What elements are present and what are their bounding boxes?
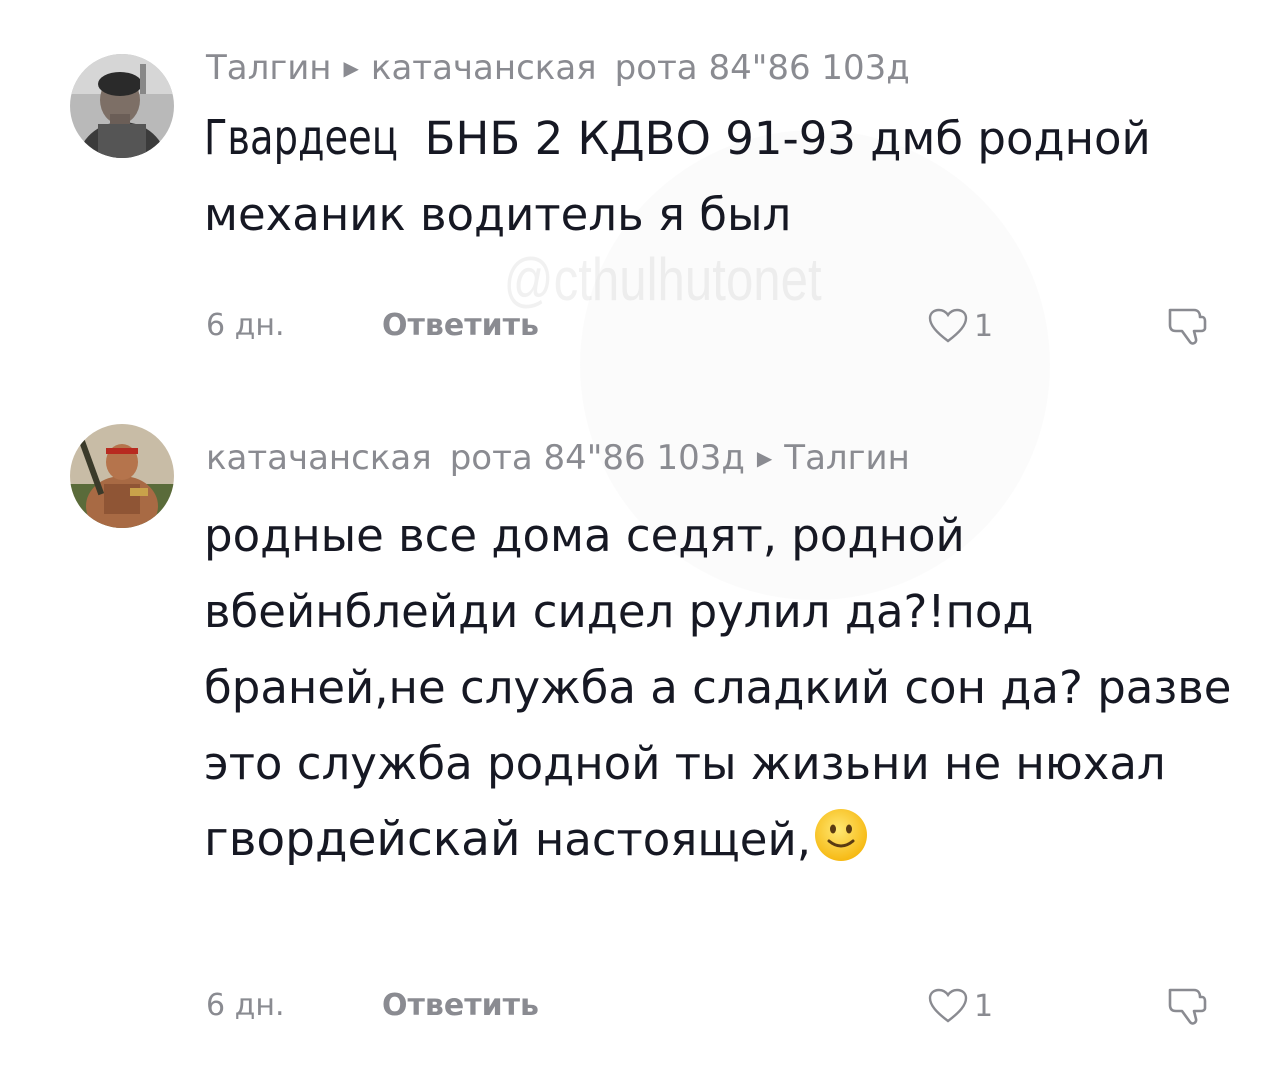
avatar[interactable] xyxy=(70,424,174,528)
reply-button[interactable]: Ответить xyxy=(382,988,539,1023)
dislike-button[interactable] xyxy=(1164,304,1208,356)
heart-outline-icon xyxy=(928,308,968,343)
reply-button[interactable]: Ответить xyxy=(382,308,539,343)
comment-text: родные все дома седят, родной вбейнблейд… xyxy=(204,498,1234,878)
avatar[interactable] xyxy=(70,54,174,158)
avatar-photo-icon xyxy=(70,54,174,158)
comment-time: 6 дн. xyxy=(206,308,285,343)
author-name[interactable]: Талгин xyxy=(206,48,332,88)
reply-to-name[interactable]: Талгин xyxy=(784,438,910,478)
thumb-down-icon xyxy=(1168,308,1207,345)
comment-header: катачанская рота 84"86 103д ▶ Талгин xyxy=(206,438,910,478)
reply-arrow-icon: ▶ xyxy=(756,446,773,470)
comment-text-emphasis: гвордейскай xyxy=(204,812,521,867)
comment: катачанская рота 84"86 103д ▶ Талгин родные… xyxy=(0,408,1280,1072)
like-count: 1 xyxy=(974,308,994,344)
dislike-button[interactable] xyxy=(1164,984,1208,1036)
like-button[interactable]: 1 xyxy=(928,984,993,1028)
comment-text: Гвардеец БНБ 2 КДВО 91-93 дмб родной мех… xyxy=(204,100,1234,253)
comment-text-start: Гвардеец xyxy=(204,110,398,166)
reply-arrow-icon: ▶ xyxy=(343,56,359,80)
heart-outline-icon xyxy=(928,988,968,1023)
thumb-down-icon xyxy=(1168,988,1207,1025)
comment-footer: 6 дн. Ответить 1 xyxy=(206,304,1246,348)
comment-text-end: настоящей, xyxy=(520,813,811,866)
comment-text-main: родные все дома седят, родной вбейнблейд… xyxy=(204,509,1232,790)
reply-to-name[interactable]: катачанская xyxy=(371,48,597,88)
comment-time: 6 дн. xyxy=(206,988,285,1023)
author-rank[interactable]: рота 84"86 103д xyxy=(450,438,745,478)
slightly-smiling-face-icon xyxy=(815,809,867,861)
like-button[interactable]: 1 xyxy=(928,304,993,348)
comment-footer: 6 дн. Ответить 1 xyxy=(206,984,1246,1028)
avatar-photo-icon xyxy=(70,424,174,528)
comment: Талгин ▶ катачанская рота 84"86 103д Гварде… xyxy=(0,0,1280,390)
reply-to-rank[interactable]: рота 84"86 103д xyxy=(615,48,910,88)
like-count: 1 xyxy=(974,988,994,1024)
author-name[interactable]: катачанская xyxy=(206,438,432,478)
comment-header: Талгин ▶ катачанская рота 84"86 103д xyxy=(206,48,910,88)
